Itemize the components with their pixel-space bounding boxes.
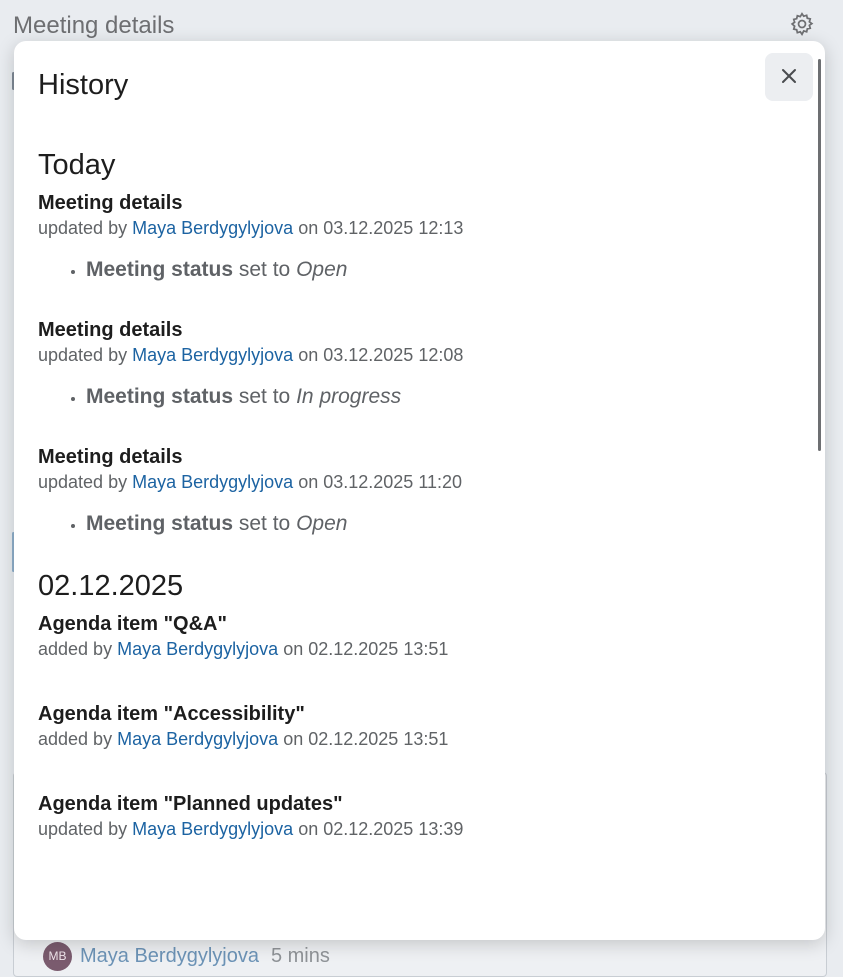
change-set-to: set to (238, 385, 291, 408)
history-entry: Agenda item "Planned updates" updated by… (38, 792, 778, 842)
entry-title: Meeting details (38, 319, 183, 341)
user-link[interactable]: Maya Berdygylyjova (132, 472, 293, 492)
user-link[interactable]: Maya Berdygylyjova (132, 819, 293, 839)
entry-action: updated by (38, 472, 128, 492)
user-link[interactable]: Maya Berdygylyjova (132, 345, 293, 365)
entry-meta: updated by Maya Berdygylyjova on 03.12.2… (38, 469, 778, 495)
entry-on: on (298, 819, 319, 839)
entry-on: on (283, 639, 304, 659)
entry-title: Meeting details (38, 446, 183, 468)
comment-author-name[interactable]: Maya Berdygylyjova (80, 945, 259, 968)
entry-meta: updated by Maya Berdygylyjova on 03.12.2… (38, 342, 778, 368)
change-item: Meeting status set to Open (86, 255, 778, 285)
history-entry: Meeting details updated by Maya Berdygyl… (38, 445, 778, 539)
entry-action: added by (38, 729, 113, 749)
history-entry: Agenda item "Q&A" added by Maya Berdygyl… (38, 612, 778, 662)
entry-action: added by (38, 639, 113, 659)
change-value: Open (296, 258, 348, 281)
entry-timestamp: 02.12.2025 13:39 (323, 819, 464, 839)
comment-time: 5 mins (270, 944, 330, 967)
entry-action: updated by (38, 819, 128, 839)
change-value: In progress (296, 385, 402, 408)
entry-on: on (298, 345, 319, 365)
entry-timestamp: 02.12.2025 13:51 (308, 729, 449, 749)
entry-title: Agenda item "Q&A" (38, 613, 227, 635)
change-field: Meeting status (86, 512, 234, 535)
change-field: Meeting status (86, 385, 234, 408)
entry-title: Meeting details (38, 192, 183, 214)
change-list: Meeting status set to In progress (38, 382, 778, 412)
gear-icon[interactable] (789, 11, 815, 37)
change-list: Meeting status set to Open (38, 255, 778, 285)
history-entry: Meeting details updated by Maya Berdygyl… (38, 318, 778, 412)
page-title: Meeting details (13, 12, 175, 39)
close-icon (780, 67, 798, 88)
change-value: Open (296, 512, 348, 535)
entry-timestamp: 03.12.2025 12:08 (323, 345, 464, 365)
close-button[interactable] (765, 53, 813, 101)
change-item: Meeting status set to In progress (86, 382, 778, 412)
user-link[interactable]: Maya Berdygylyjova (132, 218, 293, 238)
change-set-to: set to (238, 258, 291, 281)
day-heading: Today (38, 149, 116, 181)
entry-timestamp: 03.12.2025 11:20 (323, 472, 463, 492)
user-link[interactable]: Maya Berdygylyjova (117, 639, 278, 659)
change-set-to: set to (238, 512, 291, 535)
entry-meta: updated by Maya Berdygylyjova on 02.12.2… (38, 816, 778, 842)
history-list: Today Meeting details updated by Maya Be… (38, 141, 778, 842)
avatar: MB (43, 941, 72, 971)
entry-timestamp: 02.12.2025 13:51 (308, 639, 449, 659)
history-entry: Meeting details updated by Maya Berdygyl… (38, 191, 778, 285)
entry-title: Agenda item "Accessibility" (38, 703, 305, 725)
user-link[interactable]: Maya Berdygylyjova (117, 729, 278, 749)
page-header: Meeting details (13, 8, 823, 44)
entry-on: on (298, 472, 319, 492)
entry-on: on (283, 729, 304, 749)
entry-action: updated by (38, 218, 128, 238)
dialog-title: History (38, 69, 129, 101)
change-field: Meeting status (86, 258, 234, 281)
comment-author: MB Maya Berdygylyjova 5 mins (43, 941, 330, 971)
history-dialog: History Today Meeting details updated by… (14, 41, 825, 940)
entry-action: updated by (38, 345, 128, 365)
entry-meta: added by Maya Berdygylyjova on 02.12.202… (38, 636, 778, 662)
day-heading: 02.12.2025 (38, 570, 184, 602)
entry-timestamp: 03.12.2025 12:13 (323, 218, 464, 238)
entry-meta: updated by Maya Berdygylyjova on 03.12.2… (38, 215, 778, 241)
entry-meta: added by Maya Berdygylyjova on 02.12.202… (38, 726, 778, 752)
entry-on: on (298, 218, 319, 238)
entry-title: Agenda item "Planned updates" (38, 793, 343, 815)
scrollbar[interactable] (818, 59, 821, 451)
change-item: Meeting status set to Open (86, 509, 778, 539)
change-list: Meeting status set to Open (38, 509, 778, 539)
history-entry: Agenda item "Accessibility" added by May… (38, 702, 778, 752)
